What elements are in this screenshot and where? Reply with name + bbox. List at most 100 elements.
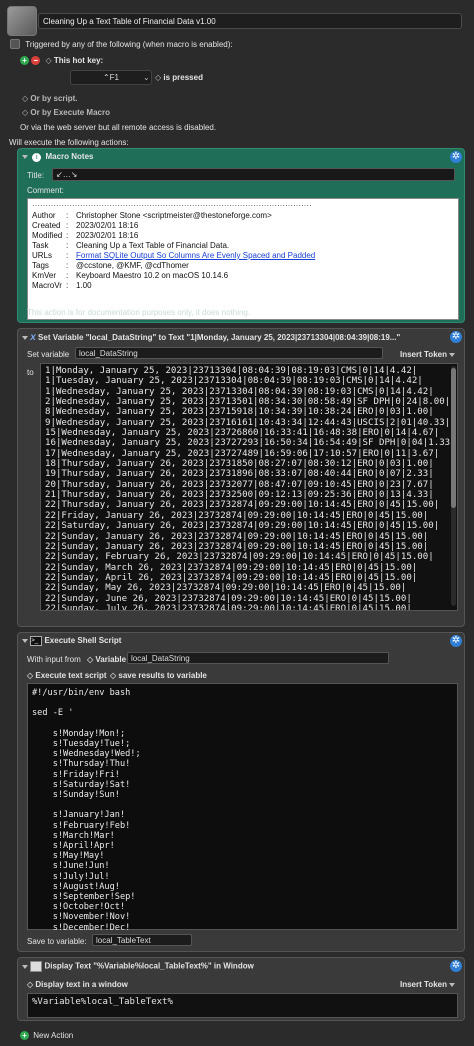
value-line: 22|Sunday, March 26, 2023|23732874|09:29… — [45, 562, 418, 573]
value-line: 22|Sunday, April 26, 2023|23732874|09:29… — [45, 572, 418, 583]
value-line: 22|Saturday, January 26, 2023|23732874|0… — [45, 521, 440, 532]
notes-colon: : — [66, 211, 69, 220]
insert-token-label: Insert Token — [400, 980, 447, 989]
script-line: s!Saturday!Sat! — [32, 779, 131, 790]
value-line: 22|Friday, January 26, 2023|23732874|09:… — [45, 510, 429, 521]
macro-name-field[interactable]: Cleaning Up a Text Table of Financial Da… — [38, 13, 462, 29]
display-textarea[interactable]: %Variable%local_TableText% — [27, 993, 458, 1018]
script-line: s!Thursday!Thu! — [32, 759, 131, 770]
notes-value: Cleaning Up a Text Table of Financial Da… — [76, 241, 230, 250]
or-by-script[interactable]: ◇ Or by script. — [22, 94, 78, 103]
notes-title: Macro Notes — [45, 152, 94, 161]
gear-icon[interactable]: ✲ — [450, 151, 462, 163]
plus-icon: + — [20, 1031, 29, 1040]
to-label: to — [27, 368, 34, 377]
script-line: #!/usr/bin/env bash — [32, 688, 131, 698]
notes-value: @ccstone, @KMF, @cdThomer — [76, 261, 189, 270]
value-line: 22|Sunday, June 26, 2023|23732874|09:29:… — [45, 593, 412, 604]
value-line: 22|Sunday, January 26, 2023|23732874|09:… — [45, 541, 429, 552]
with-input-label: With input from — [27, 655, 81, 664]
execute-option-select[interactable]: ◇ Execute text script — [27, 671, 107, 680]
value-line: 22|Sunday, February 26, 2023|23732874|09… — [45, 552, 434, 563]
notes-colon: : — [66, 221, 69, 230]
hotkey-field[interactable]: ⌃F1 — [70, 70, 152, 85]
script-line: s!Friday!Fri! — [32, 769, 120, 780]
or-by-script-label: Or by script. — [30, 94, 78, 103]
scrollbar[interactable] — [451, 366, 456, 606]
value-textarea[interactable]: 1|Monday, January 25, 2023|23713304|08:0… — [40, 363, 458, 611]
chevron-icon[interactable]: ◇ — [45, 56, 51, 65]
notes-key: Tags — [32, 261, 49, 270]
notes-row: Author — [32, 211, 56, 220]
will-execute-label: Will execute the following actions: — [9, 138, 129, 147]
disclosure-icon[interactable] — [22, 639, 28, 643]
script-textarea[interactable]: #!/usr/bin/env bash sed -E ' s!Monday!Mo… — [27, 683, 458, 933]
save-option-select[interactable]: ◇ save results to variable — [110, 671, 207, 680]
web-server-note: Or via the web server but all remote acc… — [20, 123, 217, 132]
macro-icon — [7, 6, 37, 36]
value-line: 1|Tuesday, January 25, 2023|23713304|08:… — [45, 376, 423, 387]
notes-separator: ········································… — [32, 201, 312, 210]
insert-token-button[interactable]: Insert Token — [400, 350, 455, 359]
insert-token-label: Insert Token — [400, 350, 447, 359]
insert-token-button[interactable]: Insert Token — [400, 980, 455, 989]
remove-trigger-icon[interactable]: − — [31, 56, 41, 65]
notes-value: 1.00 — [76, 281, 92, 290]
triggers-checkbox[interactable] — [10, 39, 20, 49]
script-line: s!April!Apr! — [32, 841, 115, 852]
variable-name-field[interactable]: local_DataString — [75, 347, 383, 359]
notes-key: MacroVr — [32, 281, 62, 290]
scrollbar-thumb[interactable] — [451, 368, 456, 508]
script-line: s!September!Sep! — [32, 892, 136, 903]
display-option-label: Display text in a window — [35, 980, 128, 989]
notes-footer: This action is for documentation purpose… — [27, 308, 251, 317]
input-source-label: Variable — [95, 655, 127, 664]
script-line: s!Sunday!Sun! — [32, 790, 120, 801]
value-line: 18|Thursday, January 26, 2023|23731850|0… — [45, 459, 434, 470]
input-source-select[interactable]: ◇ Variable — [87, 655, 126, 664]
display-option-select[interactable]: ◇ Display text in a window — [27, 980, 128, 989]
script-text: #!/usr/bin/env bash sed -E ' s!Monday!Mo… — [32, 688, 141, 933]
notes-colon: : — [66, 251, 69, 260]
notes-value: 2023/02/01 18:16 — [76, 221, 139, 230]
notes-colon: : — [66, 271, 69, 280]
display-header: Display Text "%Variable%local_TableText%… — [20, 961, 254, 972]
save-to-label: Save to variable: — [27, 937, 87, 946]
hotkey-dropdown-icon[interactable]: ⌄ — [143, 73, 150, 82]
value-text: 1|Monday, January 25, 2023|23713304|08:0… — [45, 366, 456, 610]
notes-colon: : — [66, 261, 69, 270]
disclosure-icon[interactable] — [22, 964, 28, 969]
script-line — [32, 800, 141, 810]
triggers-disclosure[interactable]: Triggered by any of the following (when … — [10, 39, 233, 49]
notes-key: Task — [32, 241, 49, 250]
script-line: sed -E ' — [32, 708, 74, 719]
value-line: 21|Thursday, January 26, 2023|23732500|0… — [45, 490, 434, 501]
hotkey-state[interactable]: ◇ is pressed — [155, 73, 203, 82]
notes-key: Author — [32, 211, 56, 220]
shell-title: Execute Shell Script — [44, 636, 122, 646]
add-trigger-icon[interactable]: + — [20, 56, 29, 65]
url-link[interactable]: Format SQLite Output So Columns Are Even… — [76, 251, 315, 260]
save-option-label: save results to variable — [118, 671, 207, 680]
value-line: 9|Wednesday, January 25, 2023|23716161|1… — [45, 417, 451, 428]
gear-icon[interactable]: ✲ — [450, 635, 462, 647]
script-line: s!February!Feb! — [32, 820, 131, 831]
gear-icon[interactable]: ✲ — [450, 331, 462, 343]
chevron-down-icon — [448, 982, 455, 987]
setvar-header: x Set Variable "local_DataString" to Tex… — [20, 332, 400, 343]
value-line: 8|Wednesday, January 25, 2023|23715918|1… — [45, 407, 434, 418]
notes-colon: : — [66, 231, 69, 240]
new-action-button[interactable]: + New Action — [20, 1031, 73, 1040]
notes-title-field[interactable]: ↙…↘ — [52, 168, 455, 181]
gear-icon[interactable]: ✲ — [450, 960, 462, 972]
script-line: s!August!Aug! — [32, 881, 120, 892]
notes-colon: : — [66, 241, 69, 250]
script-line: s!March!Mar! — [32, 830, 115, 841]
info-icon: i — [32, 153, 42, 162]
notes-comment-box[interactable]: ········································… — [27, 198, 459, 320]
disclosure-icon[interactable] — [22, 154, 28, 159]
disclosure-icon[interactable] — [22, 335, 28, 340]
input-variable-field[interactable]: local_DataString — [127, 652, 389, 664]
or-by-execute[interactable]: ◇ Or by Execute Macro — [22, 108, 110, 117]
save-to-field[interactable]: local_TableText — [92, 934, 192, 946]
